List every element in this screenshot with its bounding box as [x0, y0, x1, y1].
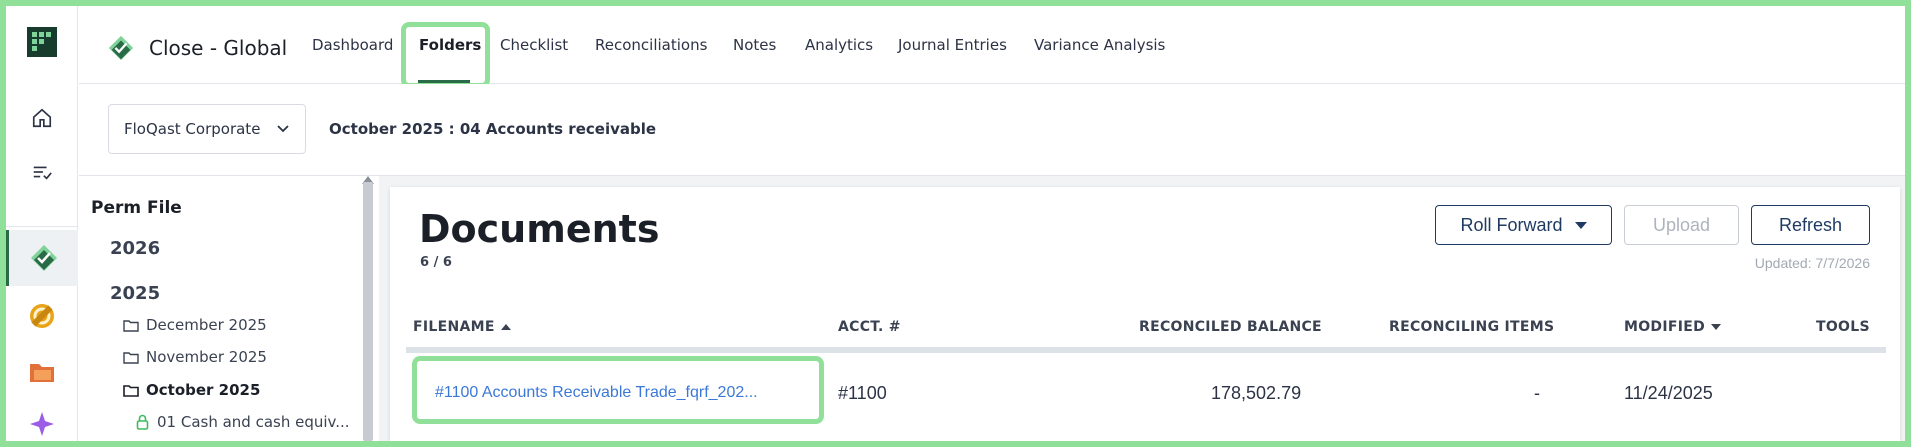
roll-forward-button[interactable]: Roll Forward	[1435, 205, 1612, 245]
entity-selector[interactable]: FloQast Corporate	[108, 104, 306, 154]
tree-file-cash[interactable]: 01 Cash and cash equiv...	[136, 413, 350, 431]
upload-label: Upload	[1652, 214, 1711, 235]
sort-descending-icon	[1711, 324, 1722, 330]
tree-folder-label: November 2025	[146, 348, 267, 366]
tab-variance-analysis[interactable]: Variance Analysis	[1034, 36, 1165, 54]
tree-year-2026[interactable]: 2026	[110, 238, 160, 259]
document-reconciled-balance: 178,502.79	[1211, 383, 1302, 403]
column-header-modified[interactable]: MODIFIED	[1624, 319, 1722, 335]
tab-checklist[interactable]: Checklist	[500, 36, 568, 54]
refresh-button[interactable]: Refresh	[1751, 205, 1870, 245]
tab-journal-entries[interactable]: Journal Entries	[898, 36, 1007, 54]
tab-reconciliations[interactable]: Reconciliations	[595, 36, 707, 54]
column-header-reconciled-balance[interactable]: RECONCILED BALANCE	[1139, 319, 1322, 335]
folder-icon[interactable]	[6, 348, 78, 396]
tab-analytics[interactable]: Analytics	[805, 36, 873, 54]
tree-folder-december-2025[interactable]: December 2025	[123, 316, 267, 334]
column-header-label: FILENAME	[413, 319, 495, 335]
updated-timestamp: Updated: 7/7/2026	[1754, 255, 1870, 271]
folder-outline-icon	[123, 319, 139, 332]
column-header-label: RECONCILED BALANCE	[1139, 319, 1322, 335]
chevron-down-icon	[277, 125, 289, 133]
column-header-label: TOOLS	[1816, 319, 1870, 335]
tree-file-label: 01 Cash and cash equiv...	[157, 413, 350, 431]
document-reconciling-items: -	[1534, 383, 1540, 403]
column-header-reconciling-items[interactable]: RECONCILING ITEMS	[1389, 319, 1554, 335]
column-header-label: MODIFIED	[1624, 319, 1706, 335]
close-checkmark-icon	[108, 35, 134, 61]
folder-outline-icon	[123, 351, 139, 364]
folders-tab-highlight	[401, 22, 490, 88]
left-rail	[6, 6, 78, 441]
sparkle-icon[interactable]	[6, 404, 78, 442]
close-checkmark-icon[interactable]	[6, 230, 78, 286]
column-header-label: ACCT. #	[838, 319, 901, 335]
caret-down-icon	[1574, 221, 1587, 229]
lock-icon	[136, 414, 149, 430]
tree-scrollbar[interactable]	[363, 182, 373, 441]
page-title: Documents	[419, 207, 660, 251]
tab-dashboard[interactable]: Dashboard	[312, 36, 393, 54]
rail-divider	[6, 226, 78, 227]
refresh-label: Refresh	[1778, 214, 1843, 235]
column-header-acct[interactable]: ACCT. #	[838, 319, 901, 335]
tree-folder-label: October 2025	[146, 381, 261, 399]
tree-year-2025[interactable]: 2025	[110, 283, 160, 304]
upload-button[interactable]: Upload	[1624, 205, 1739, 245]
column-header-filename[interactable]: FILENAME	[413, 319, 511, 335]
filename-link-highlight	[412, 356, 824, 424]
breadcrumb: October 2025 : 04 Accounts receivable	[329, 120, 657, 138]
tree-folder-label: December 2025	[146, 316, 267, 334]
coin-icon[interactable]	[6, 292, 78, 340]
top-navigation: Close - Global Dashboard Folders Checkli…	[79, 6, 1905, 84]
table-header-divider	[406, 347, 1886, 353]
column-header-label: RECONCILING ITEMS	[1389, 319, 1555, 335]
tab-notes[interactable]: Notes	[733, 36, 776, 54]
tree-folder-november-2025[interactable]: November 2025	[123, 348, 267, 366]
sort-ascending-icon	[500, 324, 511, 330]
tree-folder-october-2025[interactable]: October 2025	[123, 381, 260, 399]
sub-header: FloQast Corporate October 2025 : 04 Acco…	[79, 84, 1905, 176]
folder-outline-icon	[123, 384, 139, 397]
app-title[interactable]: Close - Global	[107, 34, 287, 62]
column-header-tools: TOOLS	[1816, 319, 1870, 335]
document-count: 6 / 6	[420, 255, 452, 270]
entity-selector-value: FloQast Corporate	[124, 120, 261, 138]
roll-forward-label: Roll Forward	[1460, 214, 1563, 235]
document-modified: 11/24/2025	[1624, 383, 1713, 403]
task-list-icon[interactable]	[6, 148, 78, 196]
folder-tree: Perm File 2026 2025 December 2025 Novemb…	[79, 176, 379, 441]
document-acct: #1100	[838, 383, 887, 403]
app-logo-icon[interactable]	[6, 18, 78, 66]
tree-title[interactable]: Perm File	[91, 198, 182, 218]
home-icon[interactable]	[6, 94, 78, 142]
app-title-text: Close - Global	[149, 36, 288, 60]
